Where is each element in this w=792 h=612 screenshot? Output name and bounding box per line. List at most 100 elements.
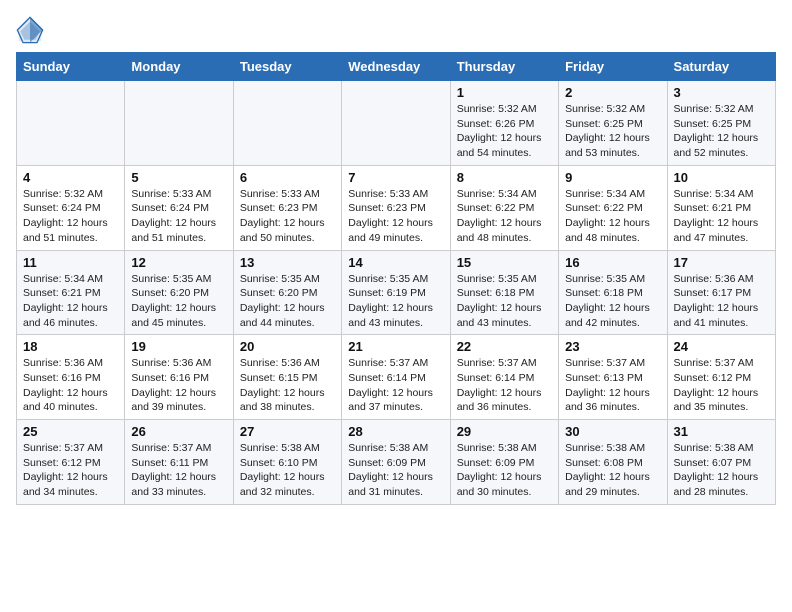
day-info: Sunrise: 5:38 AMSunset: 6:09 PMDaylight:… [457,441,552,500]
calendar-cell: 16 Sunrise: 5:35 AMSunset: 6:18 PMDayligh… [559,250,667,335]
column-header-sunday: Sunday [17,53,125,81]
day-number: 18 [23,339,118,354]
day-info: Sunrise: 5:32 AMSunset: 6:25 PMDaylight:… [565,102,660,161]
day-number: 7 [348,170,443,185]
page-header [16,16,776,44]
day-number: 3 [674,85,769,100]
week-row-5: 25 Sunrise: 5:37 AMSunset: 6:12 PMDayligh… [17,420,776,505]
calendar-cell: 29 Sunrise: 5:38 AMSunset: 6:09 PMDayligh… [450,420,558,505]
day-info: Sunrise: 5:35 AMSunset: 6:20 PMDaylight:… [131,272,226,331]
calendar-cell: 27Sunrise: 5:38 AMSunset: 6:10 PMDayligh… [233,420,341,505]
calendar-cell: 31Sunrise: 5:38 AMSunset: 6:07 PMDayligh… [667,420,775,505]
day-info: Sunrise: 5:37 AMSunset: 6:12 PMDaylight:… [674,356,769,415]
logo [16,16,48,44]
calendar-cell: 24 Sunrise: 5:37 AMSunset: 6:12 PMDayligh… [667,335,775,420]
column-header-thursday: Thursday [450,53,558,81]
day-number: 5 [131,170,226,185]
calendar-cell [125,81,233,166]
day-info: Sunrise: 5:36 AMSunset: 6:17 PMDaylight:… [674,272,769,331]
calendar-cell: 9 Sunrise: 5:34 AMSunset: 6:22 PMDaylight… [559,165,667,250]
calendar-cell: 5 Sunrise: 5:33 AMSunset: 6:24 PMDaylight… [125,165,233,250]
day-info: Sunrise: 5:34 AMSunset: 6:22 PMDaylight:… [565,187,660,246]
day-info: Sunrise: 5:38 AMSunset: 6:08 PMDaylight:… [565,441,660,500]
calendar-cell [342,81,450,166]
day-info: Sunrise: 5:33 AMSunset: 6:23 PMDaylight:… [348,187,443,246]
calendar-cell: 6 Sunrise: 5:33 AMSunset: 6:23 PMDaylight… [233,165,341,250]
day-number: 2 [565,85,660,100]
calendar-table: SundayMondayTuesdayWednesdayThursdayFrid… [16,52,776,505]
day-info: Sunrise: 5:34 AMSunset: 6:21 PMDaylight:… [674,187,769,246]
day-info: Sunrise: 5:36 AMSunset: 6:15 PMDaylight:… [240,356,335,415]
day-number: 22 [457,339,552,354]
day-info: Sunrise: 5:35 AMSunset: 6:19 PMDaylight:… [348,272,443,331]
calendar-cell: 12 Sunrise: 5:35 AMSunset: 6:20 PMDayligh… [125,250,233,335]
day-number: 17 [674,255,769,270]
day-number: 26 [131,424,226,439]
calendar-cell: 8 Sunrise: 5:34 AMSunset: 6:22 PMDaylight… [450,165,558,250]
day-number: 30 [565,424,660,439]
day-info: Sunrise: 5:38 AMSunset: 6:09 PMDaylight:… [348,441,443,500]
column-header-monday: Monday [125,53,233,81]
day-number: 11 [23,255,118,270]
column-header-friday: Friday [559,53,667,81]
day-info: Sunrise: 5:37 AMSunset: 6:14 PMDaylight:… [348,356,443,415]
calendar-cell: 26 Sunrise: 5:37 AMSunset: 6:11 PMDayligh… [125,420,233,505]
day-number: 4 [23,170,118,185]
day-info: Sunrise: 5:32 AMSunset: 6:26 PMDaylight:… [457,102,552,161]
day-info: Sunrise: 5:38 AMSunset: 6:07 PMDaylight:… [674,441,769,500]
day-info: Sunrise: 5:36 AMSunset: 6:16 PMDaylight:… [131,356,226,415]
day-info: Sunrise: 5:32 AMSunset: 6:24 PMDaylight:… [23,187,118,246]
logo-icon [16,16,44,44]
day-number: 24 [674,339,769,354]
calendar-cell: 4 Sunrise: 5:32 AMSunset: 6:24 PMDaylight… [17,165,125,250]
calendar-cell [17,81,125,166]
day-number: 28 [348,424,443,439]
week-row-4: 18 Sunrise: 5:36 AMSunset: 6:16 PMDayligh… [17,335,776,420]
calendar-cell: 11Sunrise: 5:34 AMSunset: 6:21 PMDayligh… [17,250,125,335]
day-info: Sunrise: 5:37 AMSunset: 6:14 PMDaylight:… [457,356,552,415]
calendar-cell: 23 Sunrise: 5:37 AMSunset: 6:13 PMDayligh… [559,335,667,420]
column-header-tuesday: Tuesday [233,53,341,81]
day-number: 15 [457,255,552,270]
day-number: 6 [240,170,335,185]
calendar-cell: 15 Sunrise: 5:35 AMSunset: 6:18 PMDayligh… [450,250,558,335]
calendar-cell: 22 Sunrise: 5:37 AMSunset: 6:14 PMDayligh… [450,335,558,420]
day-info: Sunrise: 5:36 AMSunset: 6:16 PMDaylight:… [23,356,118,415]
day-number: 8 [457,170,552,185]
day-info: Sunrise: 5:35 AMSunset: 6:20 PMDaylight:… [240,272,335,331]
calendar-cell: 7 Sunrise: 5:33 AMSunset: 6:23 PMDaylight… [342,165,450,250]
day-number: 23 [565,339,660,354]
week-row-1: 1 Sunrise: 5:32 AMSunset: 6:26 PMDaylight… [17,81,776,166]
calendar-cell: 25 Sunrise: 5:37 AMSunset: 6:12 PMDayligh… [17,420,125,505]
day-number: 19 [131,339,226,354]
calendar-cell: 30 Sunrise: 5:38 AMSunset: 6:08 PMDayligh… [559,420,667,505]
day-info: Sunrise: 5:34 AMSunset: 6:22 PMDaylight:… [457,187,552,246]
day-info: Sunrise: 5:35 AMSunset: 6:18 PMDaylight:… [457,272,552,331]
day-info: Sunrise: 5:37 AMSunset: 6:13 PMDaylight:… [565,356,660,415]
day-number: 1 [457,85,552,100]
column-header-saturday: Saturday [667,53,775,81]
column-header-wednesday: Wednesday [342,53,450,81]
calendar-cell: 17 Sunrise: 5:36 AMSunset: 6:17 PMDayligh… [667,250,775,335]
day-info: Sunrise: 5:33 AMSunset: 6:23 PMDaylight:… [240,187,335,246]
day-number: 9 [565,170,660,185]
calendar-cell: 21Sunrise: 5:37 AMSunset: 6:14 PMDayligh… [342,335,450,420]
calendar-cell: 28 Sunrise: 5:38 AMSunset: 6:09 PMDayligh… [342,420,450,505]
day-info: Sunrise: 5:38 AMSunset: 6:10 PMDaylight:… [240,441,335,500]
day-info: Sunrise: 5:33 AMSunset: 6:24 PMDaylight:… [131,187,226,246]
day-number: 13 [240,255,335,270]
calendar-cell: 2 Sunrise: 5:32 AMSunset: 6:25 PMDaylight… [559,81,667,166]
calendar-cell: 19 Sunrise: 5:36 AMSunset: 6:16 PMDayligh… [125,335,233,420]
day-info: Sunrise: 5:37 AMSunset: 6:11 PMDaylight:… [131,441,226,500]
calendar-cell: 1 Sunrise: 5:32 AMSunset: 6:26 PMDaylight… [450,81,558,166]
day-number: 16 [565,255,660,270]
day-info: Sunrise: 5:37 AMSunset: 6:12 PMDaylight:… [23,441,118,500]
day-info: Sunrise: 5:35 AMSunset: 6:18 PMDaylight:… [565,272,660,331]
day-number: 12 [131,255,226,270]
day-number: 25 [23,424,118,439]
calendar-cell: 3 Sunrise: 5:32 AMSunset: 6:25 PMDaylight… [667,81,775,166]
calendar-cell: 20Sunrise: 5:36 AMSunset: 6:15 PMDayligh… [233,335,341,420]
week-row-3: 11Sunrise: 5:34 AMSunset: 6:21 PMDayligh… [17,250,776,335]
day-info: Sunrise: 5:32 AMSunset: 6:25 PMDaylight:… [674,102,769,161]
day-number: 29 [457,424,552,439]
